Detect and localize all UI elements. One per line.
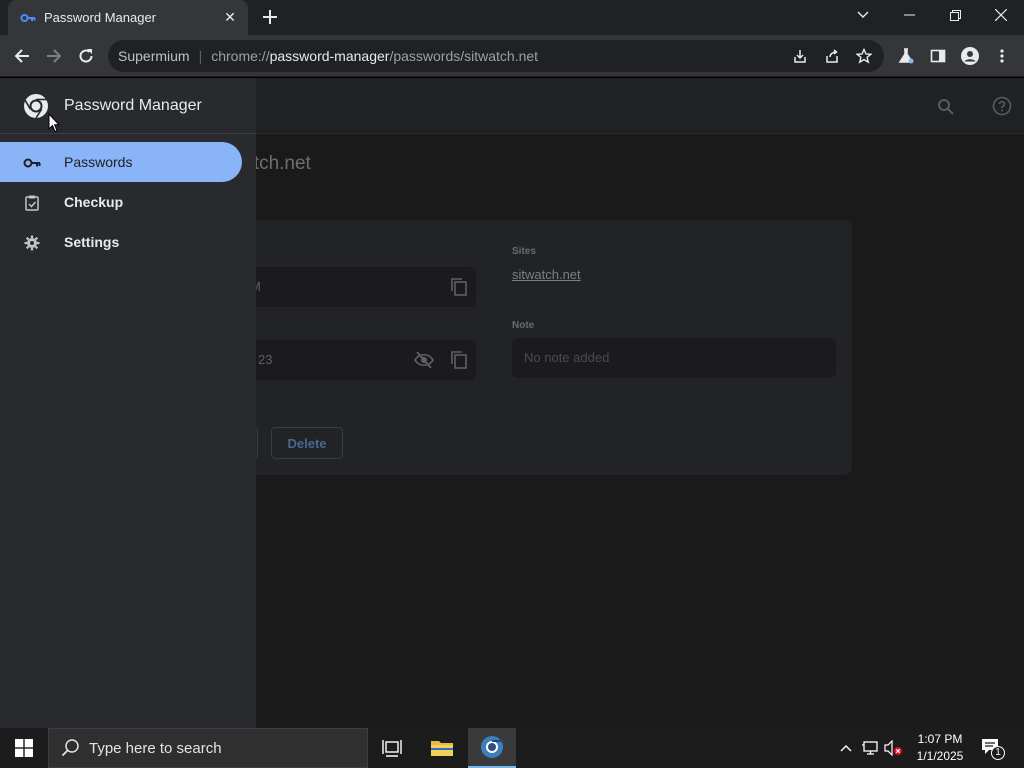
omnibox-site-chip: Supermium <box>118 48 190 64</box>
tab-close-icon[interactable]: ✕ <box>222 9 238 26</box>
chevron-up-icon[interactable] <box>836 738 856 758</box>
labs-button[interactable] <box>892 42 920 70</box>
title-bar: Password Manager ✕ <box>0 0 1024 35</box>
system-clock[interactable]: 1:07 PM 1/1/2025 <box>910 731 970 765</box>
address-bar[interactable]: Supermium | chrome://password-manager/pa… <box>108 40 884 72</box>
search-icon[interactable] <box>933 94 957 118</box>
password-value: 23 <box>258 352 273 367</box>
minimize-icon <box>903 14 915 16</box>
profile-icon <box>961 47 979 65</box>
mouse-cursor-icon <box>48 113 60 133</box>
taskbar-search-box[interactable]: Type here to search <box>48 728 368 768</box>
url-host: password-manager <box>269 48 390 64</box>
profile-button[interactable] <box>956 42 984 70</box>
chevron-down-icon <box>857 11 869 18</box>
gear-icon <box>23 234 41 252</box>
bookmark-star-icon[interactable] <box>854 46 874 66</box>
close-icon <box>995 9 1007 21</box>
nav-item-label: Settings <box>64 234 120 250</box>
copy-username-icon[interactable] <box>450 277 468 302</box>
flask-icon <box>898 48 914 64</box>
omnibox-separator: | <box>198 48 203 64</box>
drawer-header: Password Manager <box>0 78 256 134</box>
clock-time: 1:07 PM <box>917 732 963 746</box>
key-icon <box>20 13 36 22</box>
hide-password-icon[interactable] <box>414 351 434 374</box>
browser-tab[interactable]: Password Manager ✕ <box>8 0 248 35</box>
note-field: No note added <box>512 338 836 378</box>
side-panel-button[interactable] <box>924 42 952 70</box>
reload-button[interactable] <box>72 42 100 70</box>
supermium-icon <box>481 736 503 758</box>
taskbar: Type here to search 1:07 PM 1/1/2025 1 <box>0 728 1024 768</box>
search-placeholder: Type here to search <box>89 739 222 757</box>
nav-item-label: Checkup <box>64 194 124 210</box>
windows-logo-icon <box>15 739 33 757</box>
notification-count-badge: 1 <box>991 746 1005 760</box>
menu-button[interactable] <box>988 42 1016 70</box>
task-view-icon <box>382 740 402 757</box>
close-window-button[interactable] <box>978 0 1024 30</box>
chrome-logo-icon <box>24 94 48 119</box>
delete-button[interactable]: Delete <box>271 427 343 459</box>
search-icon <box>61 739 79 757</box>
new-tab-button[interactable] <box>258 5 282 29</box>
reload-icon <box>79 49 93 63</box>
navigation-drawer: Password Manager Passwords Checkup Setti… <box>0 78 256 728</box>
key-icon <box>23 154 41 172</box>
more-vert-icon <box>1000 49 1004 63</box>
forward-button[interactable] <box>40 42 68 70</box>
note-label: Note <box>512 320 535 331</box>
copy-password-icon[interactable] <box>450 350 468 375</box>
tab-search-button[interactable] <box>840 0 886 30</box>
clock-date: 1/1/2025 <box>916 749 964 763</box>
arrow-left-icon <box>14 49 29 63</box>
help-icon[interactable] <box>990 94 1014 118</box>
nav-item-checkup[interactable]: Checkup <box>0 182 242 222</box>
side-panel-icon <box>930 49 946 63</box>
restore-button[interactable] <box>932 0 978 30</box>
install-icon[interactable] <box>790 46 810 66</box>
minimize-button[interactable] <box>886 0 932 30</box>
arrow-right-icon <box>47 49 62 63</box>
tab-title: Password Manager <box>44 10 156 25</box>
drawer-title: Password Manager <box>64 97 202 114</box>
checkup-icon <box>23 194 41 212</box>
browser-taskbar-button[interactable] <box>468 728 516 768</box>
omnibox-url: chrome://password-manager/passwords/sitw… <box>211 48 538 64</box>
restore-icon <box>949 9 961 21</box>
folder-icon <box>431 741 453 756</box>
back-button[interactable] <box>8 42 36 70</box>
url-path: /passwords/sitwatch.net <box>389 48 539 64</box>
nav-item-settings[interactable]: Settings <box>0 222 242 262</box>
notification-center-button[interactable]: 1 <box>980 737 1005 760</box>
note-placeholder: No note added <box>524 350 610 365</box>
sites-label: Sites <box>512 246 536 257</box>
task-view-button[interactable] <box>368 728 416 768</box>
share-icon[interactable] <box>822 46 842 66</box>
plus-icon <box>263 10 277 24</box>
start-button[interactable] <box>0 728 48 768</box>
volume-muted-icon[interactable] <box>884 738 904 758</box>
url-scheme: chrome:// <box>211 48 270 64</box>
nav-item-label: Passwords <box>64 154 133 170</box>
site-link[interactable]: sitwatch.net <box>512 267 581 282</box>
browser-toolbar: Supermium | chrome://password-manager/pa… <box>0 35 1024 77</box>
nav-item-passwords[interactable]: Passwords <box>0 142 242 182</box>
network-icon[interactable] <box>860 738 880 758</box>
file-explorer-button[interactable] <box>418 728 466 768</box>
